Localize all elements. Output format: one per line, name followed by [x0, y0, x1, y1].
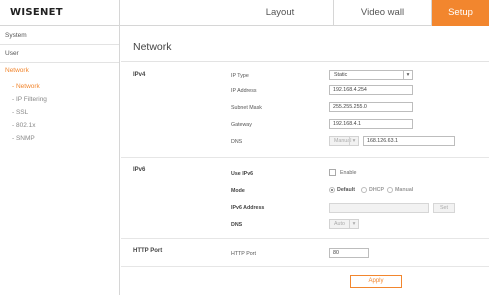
dns-server-input[interactable] [363, 136, 455, 146]
ipv6-dns-mode-select[interactable]: Auto ▾ [329, 219, 359, 229]
wisenet-logo: WISENET [10, 7, 63, 18]
sidebar-divider [0, 62, 119, 63]
gateway-label: Gateway [231, 122, 252, 128]
http-port-input[interactable] [329, 248, 369, 258]
sidebar-item-system[interactable]: System [5, 32, 27, 39]
mode-dhcp-label: DHCP [369, 187, 385, 193]
subnet-mask-input[interactable] [329, 102, 413, 112]
tab-video-wall[interactable]: Video wall [334, 0, 432, 26]
ipv6-set-button[interactable]: Set [433, 203, 455, 213]
sidebar: System User Network - Network - IP Filte… [0, 26, 120, 295]
section-divider [121, 266, 489, 267]
ip-type-select[interactable]: Static ▾ [329, 70, 413, 80]
ipv4-section-label: IPv4 [133, 72, 146, 78]
enable-ipv6-checkbox[interactable] [329, 169, 336, 176]
sidebar-item-network[interactable]: Network [5, 67, 29, 74]
section-divider [121, 238, 489, 239]
http-port-section-label: HTTP Port [133, 248, 163, 254]
http-port-label: HTTP Port [231, 251, 256, 257]
sidebar-subitem-snmp[interactable]: - SNMP [12, 135, 35, 142]
ipv6-dns-mode-value: Auto [334, 221, 345, 227]
sidebar-divider [0, 44, 119, 45]
tab-layout[interactable]: Layout [227, 0, 334, 26]
ipv6-section-label: IPv6 [133, 167, 146, 173]
gateway-input[interactable] [329, 119, 413, 129]
mode-default-radio[interactable] [329, 187, 335, 193]
ip-type-label: IP Type [231, 73, 249, 79]
ip-address-input[interactable] [329, 85, 413, 95]
tab-setup[interactable]: Setup [432, 0, 489, 26]
sidebar-subitem-network[interactable]: - Network [12, 83, 40, 90]
mode-manual-radio[interactable] [387, 187, 393, 193]
sidebar-subitem-ssl[interactable]: - SSL [12, 109, 28, 116]
main-panel: Network IPv4 IP Type Static ▾ IP Address… [121, 26, 489, 295]
chevron-down-icon: ▾ [349, 220, 358, 228]
title-divider [121, 61, 489, 62]
section-divider [121, 157, 489, 158]
page-title: Network [133, 41, 172, 53]
dns-mode-select[interactable]: Manual ▾ [329, 136, 359, 146]
ip-address-label: IP Address [231, 88, 257, 94]
mode-dhcp-radio[interactable] [361, 187, 367, 193]
sidebar-subitem-ip-filtering[interactable]: - IP Filtering [12, 96, 47, 103]
use-ipv6-label: Use IPv6 [231, 171, 254, 177]
apply-button[interactable]: Apply [350, 275, 402, 288]
sidebar-subitem-802-1x[interactable]: - 802.1x [12, 122, 36, 129]
ipv6-address-input[interactable] [329, 203, 429, 213]
subnet-mask-label: Subnet Mask [231, 105, 262, 111]
sidebar-item-user[interactable]: User [5, 50, 19, 57]
mode-default-label: Default [337, 187, 355, 193]
mode-manual-label: Manual [395, 187, 414, 193]
ipv6-address-label: IPv6 Address [231, 205, 265, 211]
logo-area: WISENET [0, 0, 120, 26]
top-bar: WISENET Layout Video wall Setup [0, 0, 489, 26]
dns-label: DNS [231, 139, 243, 145]
ip-type-value: Static [334, 72, 348, 78]
ipv6-dns-label: DNS [231, 222, 243, 228]
chevron-down-icon: ▾ [349, 137, 358, 145]
chevron-down-icon: ▾ [403, 71, 412, 79]
enable-label: Enable [340, 170, 357, 176]
mode-label: Mode [231, 188, 245, 194]
